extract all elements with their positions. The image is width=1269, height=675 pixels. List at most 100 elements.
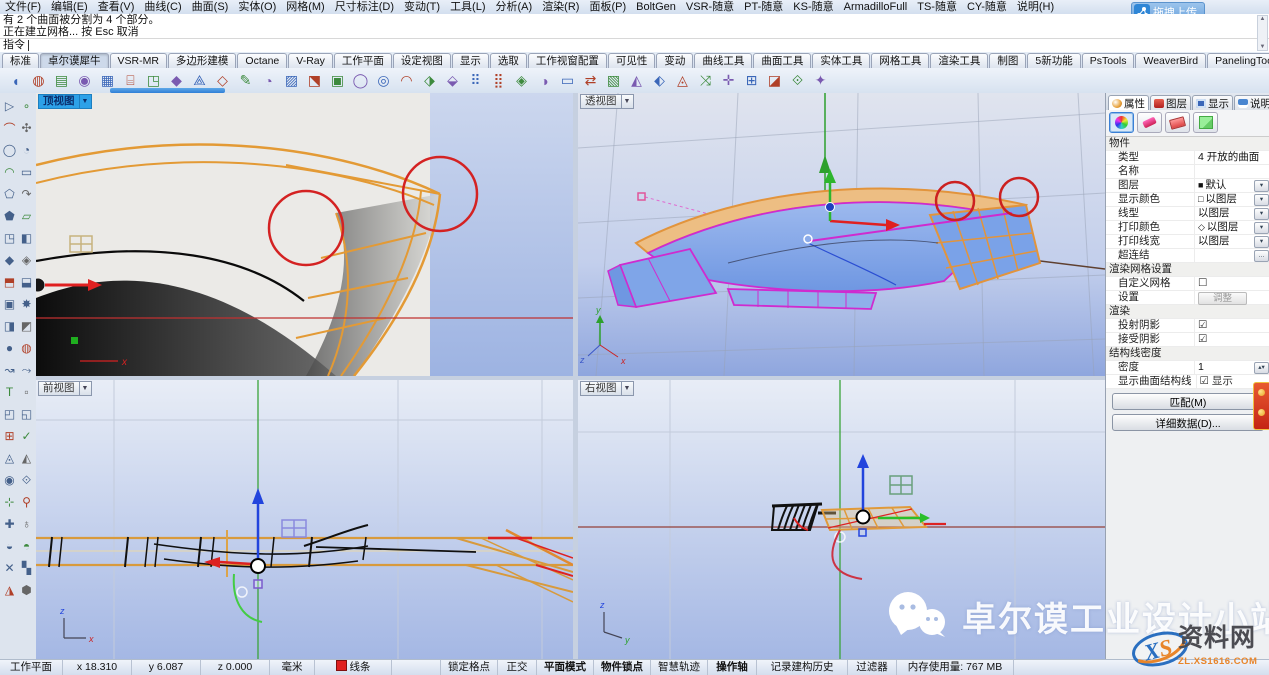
menu-item[interactable]: VSR-随意: [681, 0, 739, 14]
toolbar-icon[interactable]: ◎: [372, 70, 395, 91]
left-toolbar-icon[interactable]: ◭: [18, 447, 35, 469]
toolbar-icon[interactable]: ✎: [234, 70, 257, 91]
display-color-icon[interactable]: [1109, 112, 1134, 133]
toolbar-tab[interactable]: PsTools: [1082, 53, 1135, 68]
material-icon[interactable]: [1137, 112, 1162, 133]
left-toolbar-icon[interactable]: T: [1, 381, 18, 403]
toolbar-icon[interactable]: ◯: [349, 70, 372, 91]
toolbar-icon[interactable]: ◈: [510, 70, 533, 91]
left-toolbar-icon[interactable]: ◠: [1, 161, 18, 183]
menu-item[interactable]: 面板(P): [584, 0, 631, 14]
toolbar-icon[interactable]: ⠿: [464, 70, 487, 91]
dropdown-button[interactable]: ▾: [1254, 180, 1269, 192]
toolbar-icon[interactable]: ⊞: [740, 70, 763, 91]
viewport-top-canvas[interactable]: x: [36, 93, 573, 376]
toolbar-icon[interactable]: ⣿: [487, 70, 510, 91]
viewport-top-title[interactable]: 顶视图 ▼: [38, 94, 92, 109]
left-toolbar-icon[interactable]: ◆: [1, 249, 18, 271]
status-cell[interactable]: 过滤器: [848, 660, 897, 675]
left-toolbar-icon[interactable]: ⟐: [18, 469, 35, 491]
chevron-down-icon[interactable]: ▼: [80, 381, 92, 396]
left-toolbar-icon[interactable]: ↷: [18, 183, 35, 205]
viewport-top[interactable]: 顶视图 ▼: [36, 93, 573, 376]
toolbar-icon[interactable]: ▨: [280, 70, 303, 91]
menu-item[interactable]: CY-随意: [962, 0, 1012, 14]
left-toolbar-icon[interactable]: ⬒: [1, 271, 18, 293]
toolbar-icon[interactable]: ◬: [671, 70, 694, 91]
left-toolbar-icon[interactable]: ◉: [1, 469, 18, 491]
left-toolbar-icon[interactable]: ↝: [1, 359, 18, 381]
left-toolbar-icon[interactable]: ⬟: [1, 205, 18, 227]
left-toolbar-icon[interactable]: ⌒: [1, 117, 18, 139]
left-toolbar-icon[interactable]: ▚: [18, 557, 35, 579]
toolbar-icon[interactable]: ◠: [395, 70, 418, 91]
left-toolbar-icon[interactable]: ◨: [1, 315, 18, 337]
menu-item[interactable]: 分析(A): [491, 0, 538, 14]
toolbar-icon[interactable]: ▭: [556, 70, 579, 91]
status-cell[interactable]: x 18.310: [63, 660, 132, 675]
status-cell[interactable]: 物件锁点: [594, 660, 651, 675]
toolbar-icon[interactable]: ⇄: [579, 70, 602, 91]
menu-item[interactable]: 曲面(S): [187, 0, 234, 14]
left-toolbar-icon[interactable]: ⊞: [1, 425, 18, 447]
toolbar-tab[interactable]: 卓尔谟犀牛: [40, 53, 109, 68]
status-cell[interactable]: 平面模式: [537, 660, 594, 675]
match-button[interactable]: 匹配(M): [1112, 393, 1264, 410]
left-toolbar-icon[interactable]: ◱: [18, 403, 35, 425]
status-cell[interactable]: 内存使用量: 767 MB: [897, 660, 1014, 675]
left-toolbar-icon[interactable]: ◮: [1, 579, 18, 601]
chevron-down-icon[interactable]: ▼: [622, 94, 634, 109]
left-toolbar-icon[interactable]: ◯: [1, 139, 18, 161]
menu-item[interactable]: TS-随意: [912, 0, 962, 14]
toolbar-tab[interactable]: WeaverBird: [1135, 53, 1206, 68]
toolbar-tab[interactable]: VSR-MR: [110, 53, 167, 68]
left-toolbar-icon[interactable]: ▣: [1, 293, 18, 315]
left-toolbar-icon[interactable]: ⬢: [18, 579, 35, 601]
toolbar-tab[interactable]: 网格工具: [871, 53, 929, 68]
status-cell[interactable]: 正交: [498, 660, 537, 675]
menu-item[interactable]: 查看(V): [93, 0, 140, 14]
dropdown-button[interactable]: ▾: [1254, 208, 1269, 220]
left-toolbar-icon[interactable]: ⤳: [18, 359, 35, 381]
toolbar-icon[interactable]: ⬖: [648, 70, 671, 91]
viewport-front[interactable]: 前视图 ▼: [36, 380, 573, 660]
menu-item[interactable]: 尺寸标注(D): [330, 0, 399, 14]
menu-item[interactable]: 实体(O): [233, 0, 281, 14]
toolbar-icon[interactable]: ⤨: [694, 70, 717, 91]
status-cell[interactable]: [392, 660, 441, 675]
menu-item[interactable]: 编辑(E): [46, 0, 93, 14]
toolbar-tab[interactable]: 多边形建模: [168, 53, 237, 68]
status-cell[interactable]: 锁定格点: [441, 660, 498, 675]
panel-tab-display[interactable]: 显示: [1192, 95, 1233, 110]
left-toolbar-icon[interactable]: ⊹: [1, 491, 18, 513]
menu-item[interactable]: 曲线(C): [139, 0, 186, 14]
toolbar-icon[interactable]: ◔: [257, 70, 280, 91]
toolbar-icon[interactable]: ✦: [809, 70, 832, 91]
status-cell[interactable]: 线条: [315, 660, 392, 675]
dropdown-button[interactable]: …: [1254, 250, 1269, 262]
menu-item[interactable]: 变动(T): [399, 0, 445, 14]
toolbar-icon[interactable]: ✛: [717, 70, 740, 91]
toolbar-icon[interactable]: ⟐: [786, 70, 809, 91]
left-toolbar-icon[interactable]: ◧: [18, 227, 35, 249]
panel-tab-help[interactable]: 说明: [1234, 95, 1269, 110]
texture-icon[interactable]: [1165, 112, 1190, 133]
toolbar-tab[interactable]: 制图: [989, 53, 1026, 68]
notes-icon[interactable]: [1193, 112, 1218, 133]
menu-item[interactable]: 文件(F): [0, 0, 46, 14]
details-button[interactable]: 详细数据(D)...: [1112, 414, 1264, 431]
dropdown-button[interactable]: ▾: [1254, 222, 1269, 234]
left-toolbar-icon[interactable]: ⚲: [18, 491, 35, 513]
menu-item[interactable]: 渲染(R): [537, 0, 584, 14]
viewport-front-title[interactable]: 前视图 ▼: [38, 381, 92, 396]
left-toolbar-icon[interactable]: ∘: [18, 95, 35, 117]
menu-item[interactable]: 工具(L): [445, 0, 490, 14]
left-toolbar-icon[interactable]: ◰: [1, 403, 18, 425]
toolbar-tab[interactable]: PanelingTools: [1207, 53, 1269, 68]
dropdown-button[interactable]: ▴▾: [1254, 362, 1269, 374]
toolbar-icon[interactable]: ▣: [326, 70, 349, 91]
status-cell[interactable]: 毫米: [270, 660, 315, 675]
left-toolbar-icon[interactable]: ✸: [18, 293, 35, 315]
toolbar-tab[interactable]: 工作视窗配置: [528, 53, 607, 68]
left-toolbar-icon[interactable]: ▫: [18, 381, 35, 403]
